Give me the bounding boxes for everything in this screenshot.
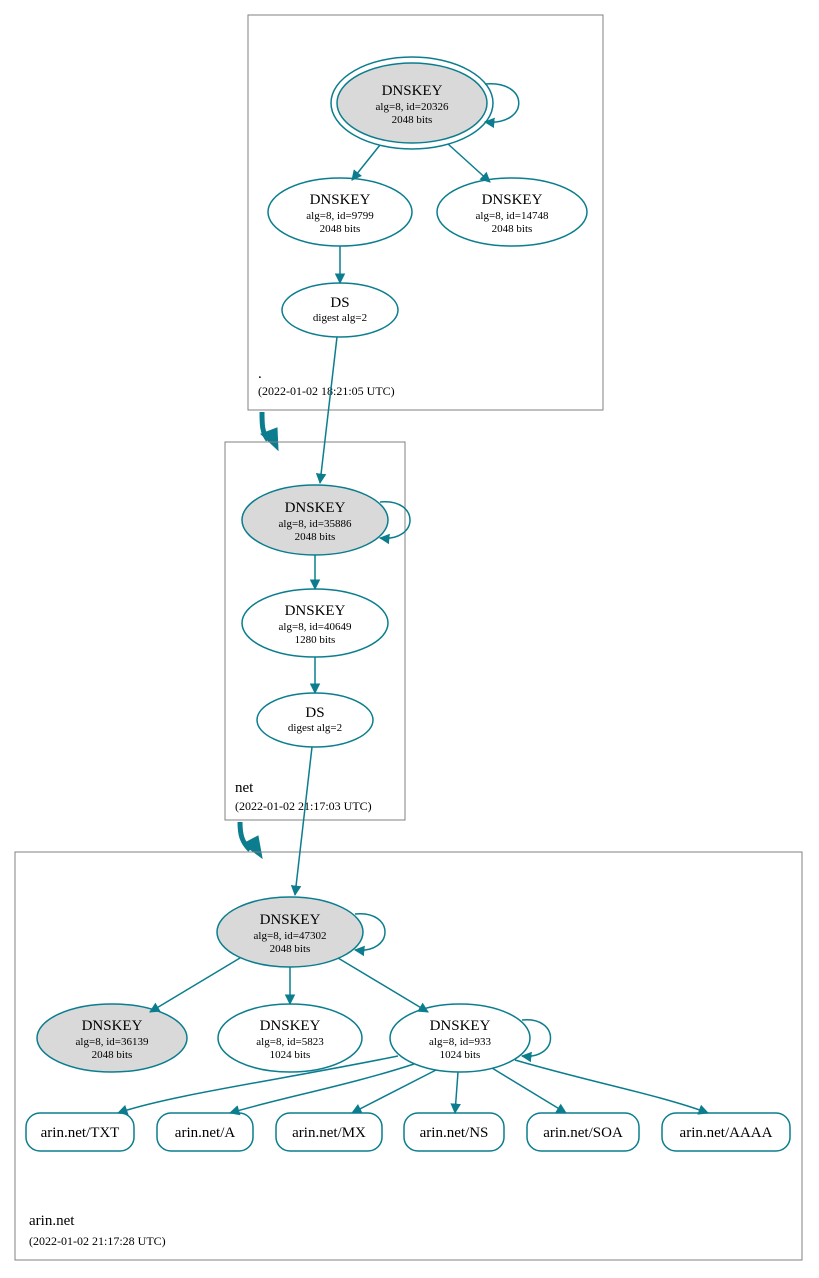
node-root-ds-line1: digest alg=2	[313, 312, 367, 324]
node-net-ds: DS digest alg=2	[257, 693, 373, 747]
zone-root-timestamp: (2022-01-02 18:21:05 UTC)	[258, 384, 395, 398]
node-net-ksk-title: DNSKEY	[285, 500, 346, 516]
node-root-zsk9-line2: 2048 bits	[320, 223, 361, 235]
node-net-zsk-title: DNSKEY	[285, 603, 346, 619]
edge-933-to-mx	[352, 1070, 436, 1113]
node-arin-k58-line2: 1024 bits	[270, 1049, 311, 1061]
node-root-zsk14-title: DNSKEY	[482, 192, 543, 208]
node-net-ksk-line2: 2048 bits	[295, 531, 336, 543]
node-root-zsk-9799: DNSKEY alg=8, id=9799 2048 bits	[268, 178, 412, 246]
rrset-soa-label: arin.net/SOA	[543, 1125, 623, 1141]
node-root-ds: DS digest alg=2	[282, 283, 398, 337]
edge-arinksk-to-933	[338, 958, 428, 1012]
rrset-mx-label: arin.net/MX	[292, 1125, 366, 1141]
edge-933-to-soa	[492, 1068, 566, 1113]
zone-arin-label: arin.net	[29, 1213, 75, 1229]
node-root-zsk14-line2: 2048 bits	[492, 223, 533, 235]
node-arin-k36-line2: 2048 bits	[92, 1049, 133, 1061]
edge-arinksk-to-36139	[150, 958, 240, 1012]
node-arin-ksk-title: DNSKEY	[260, 912, 321, 928]
edge-netds-to-arinksk	[295, 747, 312, 895]
node-arin-k58-line1: alg=8, id=5823	[256, 1036, 324, 1048]
node-net-ksk: DNSKEY alg=8, id=35886 2048 bits	[242, 485, 388, 555]
node-arin-ksk-line1: alg=8, id=47302	[254, 930, 327, 942]
node-arin-key-36139: DNSKEY alg=8, id=36139 2048 bits	[37, 1004, 187, 1072]
node-arin-key-5823: DNSKEY alg=8, id=5823 1024 bits	[218, 1004, 362, 1072]
node-arin-k58-title: DNSKEY	[260, 1018, 321, 1034]
node-arin-k36-line1: alg=8, id=36139	[76, 1036, 149, 1048]
node-arin-ksk: DNSKEY alg=8, id=47302 2048 bits	[217, 897, 363, 967]
node-net-zsk-line1: alg=8, id=40649	[279, 621, 352, 633]
delegation-arrow-net-to-arin	[240, 822, 262, 858]
node-arin-k933-title: DNSKEY	[430, 1018, 491, 1034]
node-root-ksk-title: DNSKEY	[382, 83, 443, 99]
node-root-ds-title: DS	[330, 295, 349, 311]
node-net-ds-title: DS	[305, 705, 324, 721]
node-net-ksk-line1: alg=8, id=35886	[279, 518, 352, 530]
node-root-ksk-line2: 2048 bits	[392, 114, 433, 126]
node-net-zsk-line2: 1280 bits	[295, 634, 336, 646]
node-root-zsk14-line1: alg=8, id=14748	[476, 210, 549, 222]
node-net-zsk: DNSKEY alg=8, id=40649 1280 bits	[242, 589, 388, 657]
node-root-ksk-line1: alg=8, id=20326	[376, 101, 449, 113]
node-arin-k933-line1: alg=8, id=933	[429, 1036, 491, 1048]
node-root-zsk9-title: DNSKEY	[310, 192, 371, 208]
node-arin-k36-title: DNSKEY	[82, 1018, 143, 1034]
node-net-ds-line1: digest alg=2	[288, 722, 342, 734]
zone-arin-timestamp: (2022-01-02 21:17:28 UTC)	[29, 1234, 166, 1248]
edge-933-to-aaaa	[515, 1060, 708, 1113]
edge-rootksk-to-zsk9	[352, 145, 380, 180]
edge-933-to-ns	[455, 1072, 458, 1113]
dnssec-diagram: . (2022-01-02 18:21:05 UTC) DNSKEY alg=8…	[0, 0, 819, 1278]
rrset-aaaa-label: arin.net/AAAA	[680, 1125, 773, 1141]
rrset-row: arin.net/TXT arin.net/A arin.net/MX arin…	[26, 1113, 790, 1151]
node-root-zsk-14748: DNSKEY alg=8, id=14748 2048 bits	[437, 178, 587, 246]
rrset-a-label: arin.net/A	[175, 1125, 236, 1141]
node-root-zsk9-line1: alg=8, id=9799	[306, 210, 374, 222]
rrset-txt-label: arin.net/TXT	[41, 1125, 120, 1141]
delegation-arrow-root-to-net	[261, 412, 278, 450]
node-arin-key-933: DNSKEY alg=8, id=933 1024 bits	[390, 1004, 530, 1072]
zone-net-label: net	[235, 780, 254, 796]
zone-root-label: .	[258, 366, 262, 382]
rrset-ns-label: arin.net/NS	[420, 1125, 489, 1141]
node-arin-ksk-line2: 2048 bits	[270, 943, 311, 955]
node-arin-k933-line2: 1024 bits	[440, 1049, 481, 1061]
node-root-ksk: DNSKEY alg=8, id=20326 2048 bits	[331, 57, 493, 149]
edge-rootksk-to-zsk14	[448, 144, 490, 182]
zone-net-timestamp: (2022-01-02 21:17:03 UTC)	[235, 799, 372, 813]
